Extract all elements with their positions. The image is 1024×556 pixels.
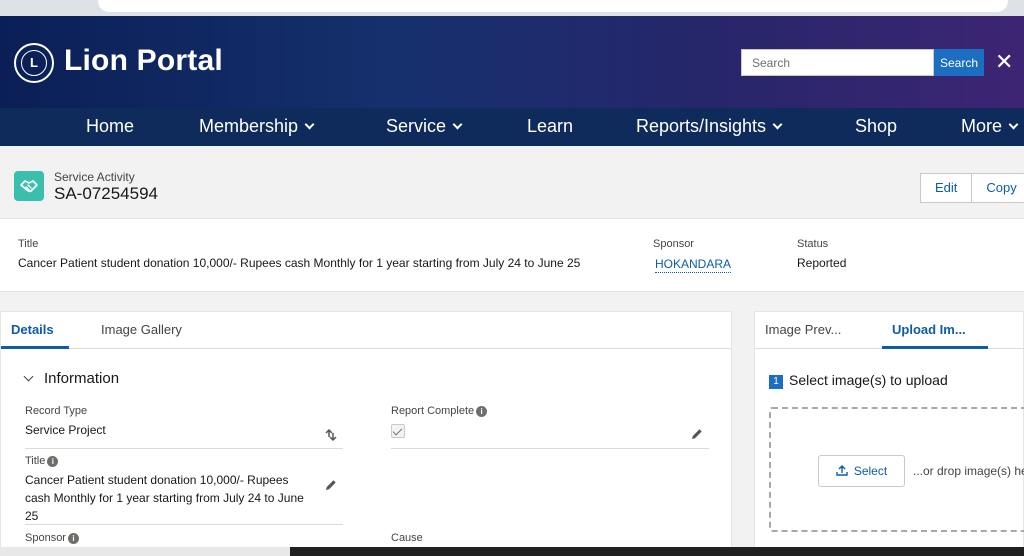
upload-icon <box>836 465 848 476</box>
highlights-panel: Title Cancer Patient student donation 10… <box>0 218 1024 292</box>
nav-label: Home <box>86 116 135 136</box>
upload-tabs: Image Prev... Upload Im... <box>755 312 1024 349</box>
nav-item-reports-insights[interactable]: Reports/Insights <box>636 108 783 146</box>
chevron-down-icon <box>772 119 783 130</box>
step-title-text: Select image(s) to upload <box>789 372 948 388</box>
select-images-button[interactable]: Select <box>818 455 905 487</box>
record-type-label: Service Activity <box>54 170 135 184</box>
info-icon[interactable]: i <box>476 406 488 417</box>
tab-upload-images[interactable]: Upload Im... <box>882 312 988 349</box>
os-taskbar <box>0 547 1024 556</box>
main-nav: Home Membership Service Learn Reports/In… <box>0 108 1024 146</box>
details-tabs: Details Image Gallery <box>1 312 731 349</box>
edit-button[interactable]: Edit <box>920 173 973 203</box>
nav-label: More <box>961 116 1003 136</box>
nav-item-shop[interactable]: Shop <box>855 108 897 146</box>
highlight-title-label: Title <box>18 238 39 250</box>
nav-label: Learn <box>527 116 574 136</box>
chevron-down-icon <box>1008 119 1019 130</box>
sponsor-label-text: Sponsor <box>25 532 66 544</box>
drop-hint-text: ...or drop image(s) he <box>913 464 1024 478</box>
title-field-label: Title i <box>25 455 59 467</box>
info-icon[interactable]: i <box>67 533 79 544</box>
nav-label: Shop <box>855 116 898 136</box>
logo-letter: L <box>21 50 47 76</box>
highlight-sponsor-label: Sponsor <box>653 238 694 250</box>
select-button-label: Select <box>853 464 888 478</box>
highlight-title-value: Cancer Patient student donation 10,000/-… <box>18 256 581 270</box>
address-bar[interactable] <box>98 0 1008 12</box>
title-field-value: Cancer Patient student donation 10,000/-… <box>25 473 304 523</box>
chevron-down-icon <box>23 371 34 382</box>
report-complete-label-text: Report Complete <box>391 405 475 417</box>
tab-image-preview[interactable]: Image Prev... <box>765 312 841 349</box>
nav-label: Reports/Insights <box>636 116 767 136</box>
nav-item-learn[interactable]: Learn <box>527 108 573 146</box>
pencil-icon[interactable] <box>324 478 338 492</box>
nav-label: Service <box>386 116 447 136</box>
sponsor-link[interactable]: HOKANDARA <box>655 257 732 273</box>
chevron-down-icon <box>452 119 463 130</box>
field-divider <box>25 524 343 525</box>
upload-step-title: 1 Select image(s) to upload <box>769 372 948 389</box>
search-button[interactable]: Search <box>934 49 984 76</box>
record-type-field-label: Record Type <box>25 405 88 417</box>
tab-details[interactable]: Details <box>1 312 69 349</box>
report-complete-checkbox <box>391 424 405 438</box>
change-record-type-icon[interactable] <box>324 428 338 442</box>
site-header: L Lion Portal Search ✕ <box>0 16 1024 108</box>
nav-item-more[interactable]: More <box>961 108 1019 146</box>
upload-card: Image Prev... Upload Im... 1 Select image… <box>754 311 1024 556</box>
handshake-icon <box>14 171 44 201</box>
details-card: Details Image Gallery Information Record… <box>0 311 732 556</box>
highlight-status-label: Status <box>797 238 829 250</box>
record-type-field-value: Service Project <box>25 423 106 437</box>
section-information[interactable]: Information <box>23 370 120 387</box>
nav-item-membership[interactable]: Membership <box>199 108 315 146</box>
highlight-status-value: Reported <box>797 256 847 270</box>
nav-item-service[interactable]: Service <box>386 108 463 146</box>
taskbar-segment <box>0 547 290 556</box>
info-icon[interactable]: i <box>47 456 59 467</box>
copy-button[interactable]: Copy <box>972 173 1024 203</box>
field-divider <box>25 448 343 449</box>
lions-logo-icon[interactable]: L <box>14 43 54 83</box>
image-dropzone[interactable]: Select ...or drop image(s) he <box>769 407 1024 532</box>
cause-field-label: Cause <box>391 532 423 544</box>
browser-chrome <box>0 0 1024 16</box>
record-header: Service Activity SA-07254594 Edit Copy <box>0 146 1024 216</box>
close-icon[interactable]: ✕ <box>995 49 1013 75</box>
nav-label: Membership <box>199 116 299 136</box>
pencil-icon[interactable] <box>690 427 704 441</box>
field-divider <box>391 448 709 449</box>
title-label-text: Title <box>25 455 46 467</box>
record-actions: Edit Copy <box>920 173 1024 203</box>
search-input[interactable] <box>741 49 934 76</box>
step-number-badge: 1 <box>769 375 783 389</box>
report-complete-field-label: Report Complete i <box>391 405 488 417</box>
record-id: SA-07254594 <box>54 184 158 203</box>
sponsor-field-label: Sponsor i <box>25 532 79 544</box>
chevron-down-icon <box>304 119 315 130</box>
nav-item-home[interactable]: Home <box>86 108 134 146</box>
brand-title[interactable]: Lion Portal <box>64 44 223 78</box>
section-title-text: Information <box>44 370 120 387</box>
tab-image-gallery[interactable]: Image Gallery <box>101 312 182 349</box>
